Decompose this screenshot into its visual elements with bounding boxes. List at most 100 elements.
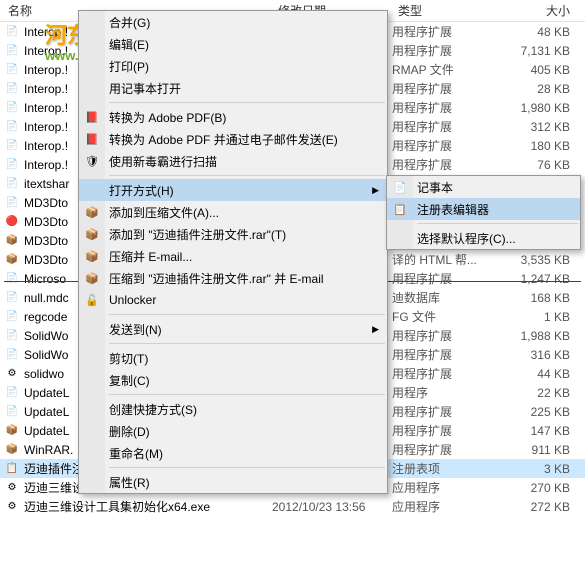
menu-item[interactable]: 用记事本打开	[79, 77, 387, 99]
file-row[interactable]: ⚙ 迈迪三维设计工具集初始化x64.exe 2012/10/23 13:56 应…	[0, 497, 585, 516]
menu-item-label: 删除(D)	[109, 423, 150, 440]
menu-item-icon: 📕	[84, 109, 100, 125]
file-icon: 🔴	[4, 214, 20, 230]
menu-item[interactable]: 合并(G)	[79, 11, 387, 33]
menu-item[interactable]: 编辑(E)	[79, 33, 387, 55]
file-type: 应用程序	[392, 498, 497, 515]
menu-separator	[109, 175, 385, 176]
menu-item[interactable]: 剪切(T)	[79, 347, 387, 369]
file-size: 225 KB	[497, 405, 585, 419]
menu-item-label: 发送到(N)	[109, 321, 162, 338]
file-icon: 📄	[4, 309, 20, 325]
file-type: 译的 HTML 帮...	[392, 251, 497, 268]
file-icon: 📄	[4, 328, 20, 344]
file-icon: 📄	[4, 404, 20, 420]
file-size: 28 KB	[497, 82, 585, 96]
menu-item[interactable]: 创建快捷方式(S)	[79, 398, 387, 420]
menu-item-label: 添加到压缩文件(A)...	[109, 204, 219, 221]
submenu-item-icon: 📄	[392, 179, 408, 195]
file-icon: 📄	[4, 138, 20, 154]
file-type: 用程序扩展	[392, 441, 497, 458]
menu-item-icon: 🛡	[84, 153, 100, 169]
file-type: 用程序	[392, 384, 497, 401]
menu-item-label: 压缩到 "迈迪插件注册文件.rar" 并 E-mail	[109, 270, 324, 287]
file-size: 3 KB	[497, 462, 585, 476]
menu-item[interactable]: 📦 添加到压缩文件(A)...	[79, 201, 387, 223]
file-icon: 📄	[4, 119, 20, 135]
menu-item[interactable]: 📕转换为 Adobe PDF(B)	[79, 106, 387, 128]
file-type: 用程序扩展	[392, 80, 497, 97]
file-size: 1,980 KB	[497, 101, 585, 115]
header-type[interactable]: 类型	[390, 0, 495, 22]
menu-item[interactable]: 📦压缩并 E-mail...	[79, 245, 387, 267]
file-icon: 📄	[4, 347, 20, 363]
file-type: 应用程序	[392, 479, 497, 496]
menu-item-label: 复制(C)	[109, 372, 150, 389]
menu-item[interactable]: 📦压缩到 "迈迪插件注册文件.rar" 并 E-mail	[79, 267, 387, 289]
menu-item[interactable]: 复制(C)	[79, 369, 387, 391]
file-icon: 📄	[4, 43, 20, 59]
menu-separator	[109, 394, 385, 395]
file-type: 迪数据库	[392, 289, 497, 306]
menu-item-label: 剪切(T)	[109, 350, 148, 367]
file-icon: 📄	[4, 176, 20, 192]
header-size[interactable]: 大小	[495, 0, 585, 22]
menu-separator	[109, 467, 385, 468]
menu-item-icon: 📦	[84, 226, 100, 242]
file-type: 用程序扩展	[392, 327, 497, 344]
file-size: 22 KB	[497, 386, 585, 400]
file-size: 168 KB	[497, 291, 585, 305]
menu-item[interactable]: 打印(P)	[79, 55, 387, 77]
menu-item[interactable]: 📕转换为 Adobe PDF 并通过电子邮件发送(E)	[79, 128, 387, 150]
file-icon: 📄	[4, 290, 20, 306]
file-icon: 📋	[4, 461, 20, 477]
submenu-item[interactable]: 📄记事本	[387, 176, 580, 198]
file-type: 用程序扩展	[392, 42, 497, 59]
file-icon: 📄	[4, 271, 20, 287]
submenu-item-label: 注册表编辑器	[417, 201, 489, 218]
context-menu[interactable]: 合并(G)编辑(E) 打印(P) 用记事本打开 📕转换为 Adobe PDF(B)📕转…	[78, 10, 388, 494]
menu-item-label: 打开方式(H)	[109, 182, 174, 199]
file-type: 用程序扩展	[392, 118, 497, 135]
file-type: 用程序扩展	[392, 270, 497, 287]
menu-item[interactable]: 打开方式(H)▶	[79, 179, 387, 201]
file-size: 1,988 KB	[497, 329, 585, 343]
file-size: 316 KB	[497, 348, 585, 362]
file-type: 用程序扩展	[392, 403, 497, 420]
menu-item-label: 用记事本打开	[109, 80, 181, 97]
file-icon: ⚙	[4, 480, 20, 496]
file-icon: 📄	[4, 195, 20, 211]
file-type: 用程序扩展	[392, 346, 497, 363]
file-size: 7,131 KB	[497, 44, 585, 58]
file-name: 迈迪三维设计工具集初始化x64.exe	[24, 498, 272, 515]
file-size: 405 KB	[497, 63, 585, 77]
submenu-item[interactable]: 📋注册表编辑器	[387, 198, 580, 220]
menu-item[interactable]: 📦添加到 "迈迪插件注册文件.rar"(T)	[79, 223, 387, 245]
menu-item[interactable]: 属性(R)	[79, 471, 387, 493]
file-type: 用程序扩展	[392, 99, 497, 116]
menu-item-label: 创建快捷方式(S)	[109, 401, 197, 418]
menu-item-icon: 📦	[84, 204, 100, 220]
file-icon: 📦	[4, 252, 20, 268]
menu-separator	[109, 314, 385, 315]
menu-item-icon: 📕	[84, 131, 100, 147]
open-with-submenu[interactable]: 📄记事本📋注册表编辑器选择默认程序(C)...	[386, 175, 581, 250]
file-size: 48 KB	[497, 25, 585, 39]
submenu-item[interactable]: 选择默认程序(C)...	[387, 227, 580, 249]
file-type: 用程序扩展	[392, 23, 497, 40]
file-size: 3,535 KB	[497, 253, 585, 267]
menu-item-label: 重命名(M)	[109, 445, 163, 462]
file-size: 1 KB	[497, 310, 585, 324]
menu-item[interactable]: 🛡使用新毒霸进行扫描	[79, 150, 387, 172]
menu-item[interactable]: 重命名(M)	[79, 442, 387, 464]
file-type: RMAP 文件	[392, 61, 497, 78]
menu-item[interactable]: 发送到(N)▶	[79, 318, 387, 340]
file-date: 2012/10/23 13:56	[272, 500, 392, 514]
menu-item[interactable]: 删除(D)	[79, 420, 387, 442]
submenu-item-label: 选择默认程序(C)...	[417, 230, 516, 247]
file-icon: 📄	[4, 24, 20, 40]
menu-item-label: 打印(P)	[109, 58, 149, 75]
file-size: 270 KB	[497, 481, 585, 495]
menu-item[interactable]: 🔓Unlocker	[79, 289, 387, 311]
file-icon: 📦	[4, 442, 20, 458]
